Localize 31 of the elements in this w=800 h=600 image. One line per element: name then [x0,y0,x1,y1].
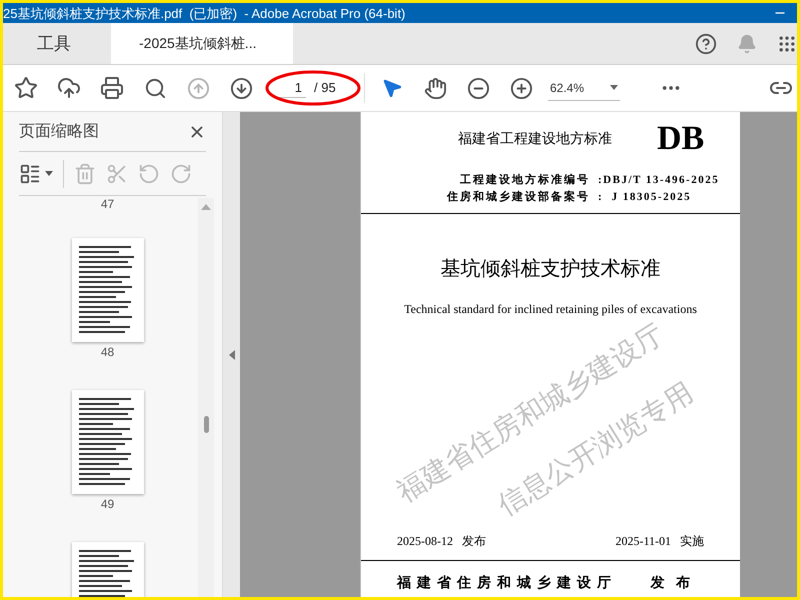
window-title: 25基坑倾斜桩支护技术标准.pdf (已加密) - Adobe Acrobat Pro (64-bit) [3,6,406,20]
page-total: / 95 [314,79,336,98]
publish-label: 发 布 [650,574,694,593]
page-number-field[interactable]: 1 [274,78,306,98]
scroll-thumb[interactable] [204,416,208,433]
help-icon[interactable] [695,32,717,54]
code-value: : J 18305-2025 [598,190,692,204]
panel-title: 页面缩略图 [19,122,99,142]
apps-grid-icon[interactable] [777,34,797,54]
tab[interactable]: -2025基坑倾斜桩... [111,23,293,64]
tab[interactable]: 工具 [15,23,111,64]
scrollbar[interactable] [198,198,214,597]
page-number: 48 [100,346,114,358]
code-label: 住房和城乡建设部备案号 [447,189,590,204]
options-menu-icon[interactable] [19,162,53,184]
issue-date: 2025-08-12 发布 [397,533,486,550]
document-header: 福建省工程建设地方标准 [458,130,612,149]
caret-icon [610,85,618,90]
page-thumbnail[interactable] [72,390,144,494]
page-thumbnail[interactable] [72,238,144,342]
publisher: 福建省住房和城乡建设厅 [397,574,617,593]
code-label: 工程建设地方标准编号 [460,172,590,188]
collapse-panel-icon[interactable] [228,350,234,360]
code-value: :DBJ/T 13-496-2025 [598,173,718,188]
effective-date: 2025-11-01 实施 [615,533,704,550]
document-subtitle: Technical standard for inclined retaining piles of excavations [403,301,698,318]
zoom-dropdown[interactable]: 62.4% [548,75,620,101]
standard-mark-text: DB [657,122,704,156]
page-number: 47 [100,198,114,210]
page-number: 49 [100,498,114,510]
document-title: 基坑倾斜桩支护技术标准 [440,257,662,282]
